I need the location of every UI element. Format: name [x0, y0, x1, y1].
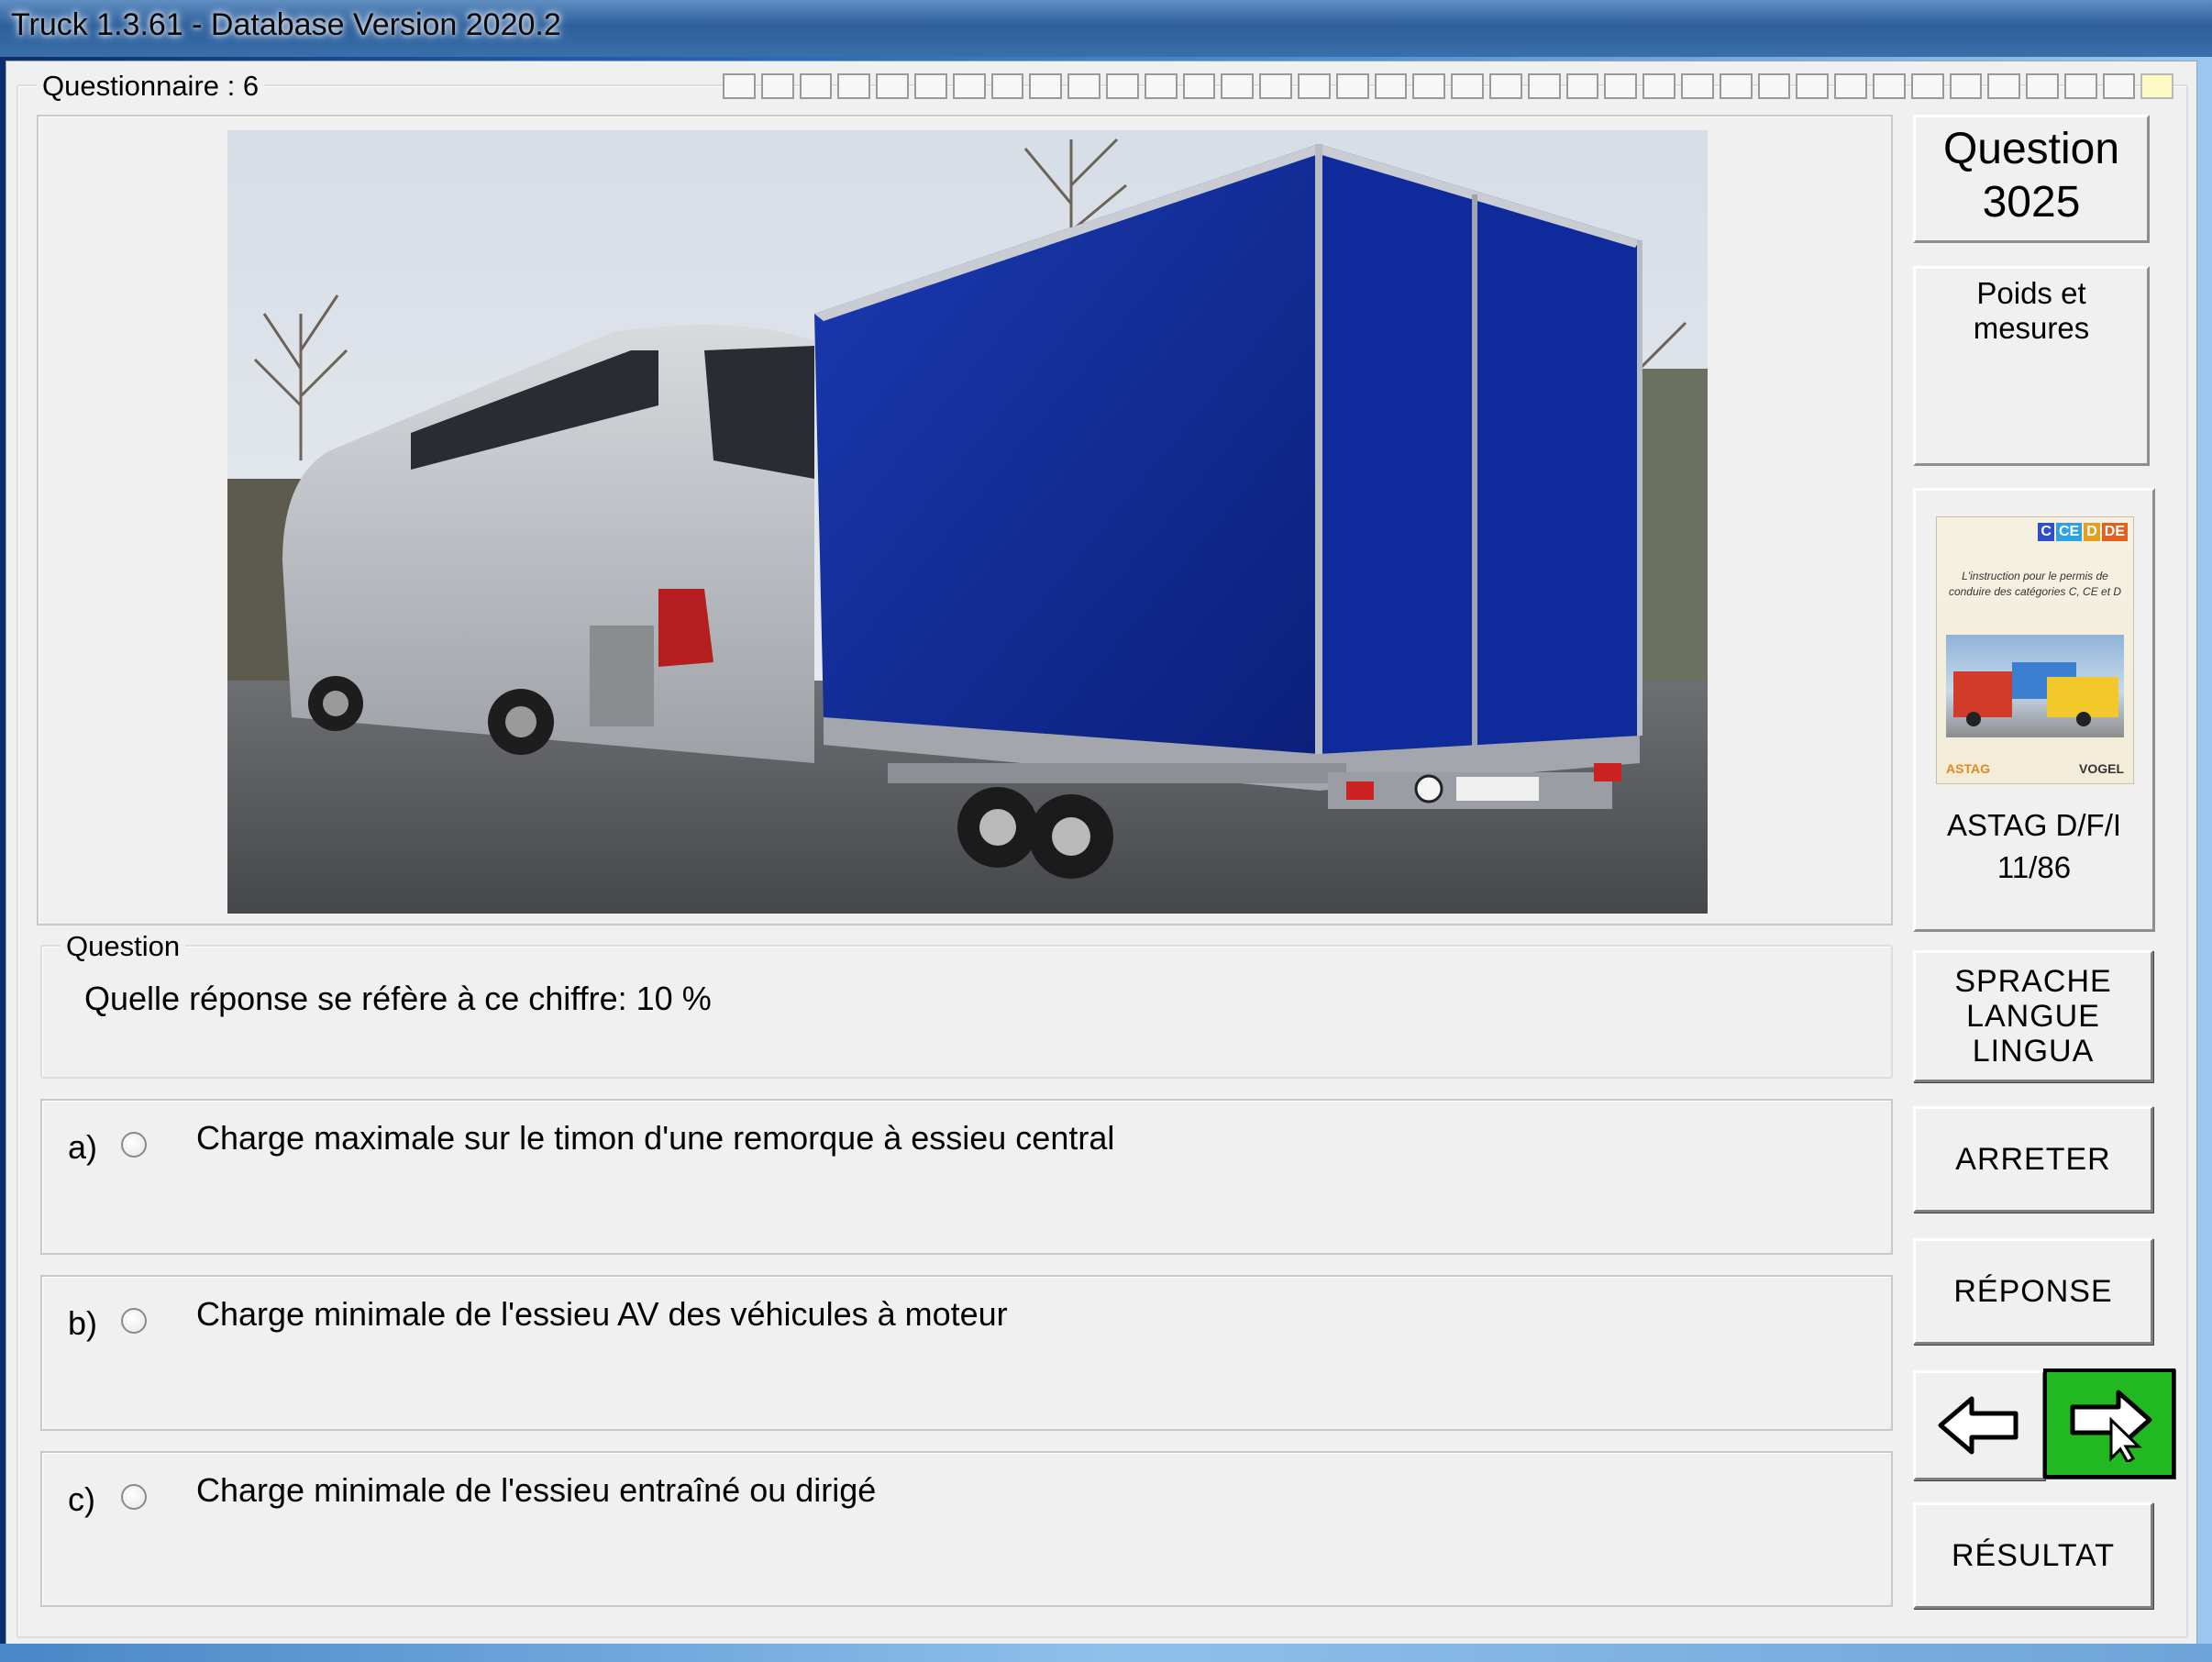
answer-letter: b) [68, 1304, 98, 1342]
progress-cell [1834, 73, 1867, 99]
progress-cell [799, 73, 833, 99]
progress-cell [1949, 73, 1983, 99]
progress-cell [1796, 73, 1830, 99]
progress-cell [1259, 73, 1292, 99]
book-cover: C CE D DE L'instruction pour le permis d… [1936, 516, 2134, 784]
book-caption: ASTAG D/F/I 11/86 [1916, 804, 2152, 889]
progress-cell [2140, 73, 2174, 99]
progress-cell [723, 73, 756, 99]
answer-radio-c[interactable] [121, 1484, 147, 1510]
progress-cell [1757, 73, 1791, 99]
book-tag: C [2038, 523, 2054, 541]
progress-cell [1374, 73, 1408, 99]
book-logo-right: VOGEL [2078, 761, 2124, 776]
book-tag: D [2084, 523, 2100, 541]
question-group: Quelle réponse se réfère à ce chiffre: 1… [40, 945, 1893, 1079]
progress-cell [876, 73, 909, 99]
book-title: ASTAG D/F/I [1946, 808, 2122, 842]
progress-cell [1527, 73, 1561, 99]
window-title: Truck 1.3.61 - Database Version 2020.2 [11, 7, 561, 42]
answer-row-b[interactable]: b) Charge minimale de l'essieu AV des vé… [40, 1275, 1893, 1431]
category-label: Poids et mesures [1973, 276, 2090, 345]
progress-cell [1680, 73, 1714, 99]
previous-button[interactable] [1913, 1370, 2045, 1480]
taskbar-edge [0, 1644, 2212, 1662]
stop-button[interactable]: ARRETER [1913, 1106, 2153, 1213]
book-cover-text: L'instruction pour le permis de conduire… [1948, 570, 2122, 598]
progress-cell [1105, 73, 1139, 99]
language-label-it: LINGUA [1972, 1034, 2095, 1069]
book-tag: CE [2055, 523, 2083, 541]
progress-cell [1565, 73, 1599, 99]
progress-cell [952, 73, 986, 99]
progress-cell [1604, 73, 1638, 99]
progress-cell [990, 73, 1024, 99]
answer-button[interactable]: RÉPONSE [1913, 1238, 2153, 1345]
progress-cell [913, 73, 947, 99]
progress-cell [1221, 73, 1255, 99]
progress-cell [1488, 73, 1522, 99]
progress-cell [2063, 73, 2097, 99]
arrow-left-icon [1938, 1396, 2018, 1455]
question-photo [227, 130, 1708, 914]
category-panel: Poids et mesures [1913, 266, 2150, 466]
next-button[interactable] [2043, 1368, 2175, 1479]
source-book-panel: C CE D DE L'instruction pour le permis d… [1913, 488, 2155, 932]
progress-cell [2026, 73, 2059, 99]
answer-letter: a) [68, 1128, 98, 1166]
progress-cell [1182, 73, 1216, 99]
progress-cell [1067, 73, 1100, 99]
progress-cell [1412, 73, 1446, 99]
question-group-label: Question [61, 930, 186, 963]
answer-text[interactable]: Charge minimale de l'essieu entraîné ou … [196, 1471, 876, 1510]
progress-cell [1335, 73, 1369, 99]
answer-radio-a[interactable] [121, 1132, 147, 1158]
progress-cell [1987, 73, 2021, 99]
language-label-fr: LANGUE [1966, 999, 2100, 1034]
question-text: Quelle réponse se réfère à ce chiffre: 1… [84, 980, 712, 1017]
book-logos: ASTAG VOGEL [1946, 761, 2124, 776]
progress-cell [1642, 73, 1676, 99]
progress-cell [1872, 73, 1906, 99]
progress-cell [1719, 73, 1753, 99]
progress-cell [837, 73, 871, 99]
progress-cell [2102, 73, 2136, 99]
questionnaire-progress [723, 73, 2174, 99]
title-bar: Truck 1.3.61 - Database Version 2020.2 [0, 0, 2212, 57]
result-button[interactable]: RÉSULTAT [1913, 1502, 2153, 1609]
progress-cell [1910, 73, 1944, 99]
book-logo-left: ASTAG [1946, 761, 1990, 776]
answer-radio-b[interactable] [121, 1308, 147, 1334]
progress-cell [760, 73, 794, 99]
book-page: 11/86 [1996, 850, 2072, 884]
progress-cell [1297, 73, 1331, 99]
progress-cell [1029, 73, 1063, 99]
book-tag: DE [2101, 523, 2128, 541]
language-button[interactable]: SPRACHE LANGUE LINGUA [1913, 950, 2153, 1082]
book-category-tags: C CE D DE [2038, 523, 2128, 541]
answer-text[interactable]: Charge minimale de l'essieu AV des véhic… [196, 1295, 1008, 1334]
question-number: 3025 [1982, 178, 2081, 227]
progress-cell [1451, 73, 1484, 99]
answer-text[interactable]: Charge maximale sur le timon d'une remor… [196, 1119, 1114, 1158]
language-label-de: SPRACHE [1954, 964, 2112, 999]
book-cover-image [1946, 635, 2124, 737]
answer-row-c[interactable]: c) Charge minimale de l'essieu entraîné … [40, 1451, 1893, 1607]
answer-row-a[interactable]: a) Charge maximale sur le timon d'une re… [40, 1099, 1893, 1255]
arrow-right-icon [2070, 1390, 2152, 1462]
questionnaire-label: Questionnaire : 6 [37, 70, 265, 103]
answer-letter: c) [68, 1480, 95, 1518]
question-number-panel: Question 3025 [1913, 115, 2150, 243]
question-title: Question [1942, 125, 2120, 173]
progress-cell [1144, 73, 1178, 99]
